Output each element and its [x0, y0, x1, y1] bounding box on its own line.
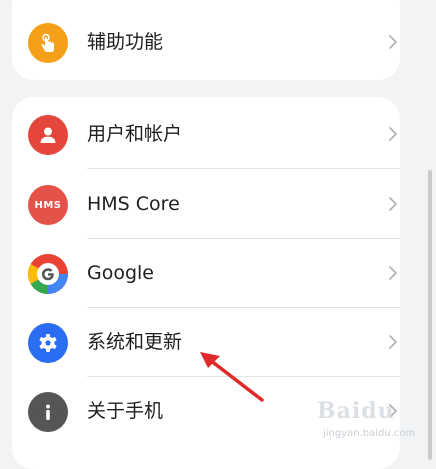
hms-icon-text: HMS [34, 199, 62, 211]
divider [87, 168, 400, 169]
google-icon [28, 254, 68, 294]
chevron-right-icon [384, 264, 400, 282]
settings-item-label: 系统和更新 [87, 331, 183, 353]
watermark-brand: Baidu [317, 398, 395, 424]
settings-item-accounts[interactable]: 用户和帐户 [12, 100, 400, 169]
settings-item-accessibility[interactable]: 辅助功能 [12, 8, 400, 77]
chevron-right-icon [384, 33, 400, 51]
gear-icon [28, 323, 68, 363]
settings-card-top: 辅助功能 [12, 0, 400, 80]
watermark-subtitle: jingyan.baidu.com [323, 428, 416, 439]
chevron-right-icon [384, 195, 400, 213]
hand-touch-icon [28, 23, 68, 63]
settings-item-label: 辅助功能 [87, 31, 164, 53]
settings-item-google[interactable]: Google [12, 239, 400, 308]
info-icon [28, 392, 68, 432]
settings-item-label: 关于手机 [87, 400, 164, 422]
baidu-watermark: Baidu jingyan.baidu.com [305, 394, 433, 450]
settings-item-label: HMS Core [87, 193, 180, 215]
annotation-arrow-icon [200, 352, 264, 402]
settings-item-label: Google [87, 262, 155, 284]
chevron-right-icon [384, 125, 400, 143]
chevron-right-icon [384, 333, 400, 351]
user-icon [28, 115, 68, 155]
settings-item-label: 用户和帐户 [87, 123, 183, 145]
settings-item-hms-core[interactable]: HMS HMS Core [12, 170, 400, 239]
hms-icon: HMS [28, 185, 68, 225]
